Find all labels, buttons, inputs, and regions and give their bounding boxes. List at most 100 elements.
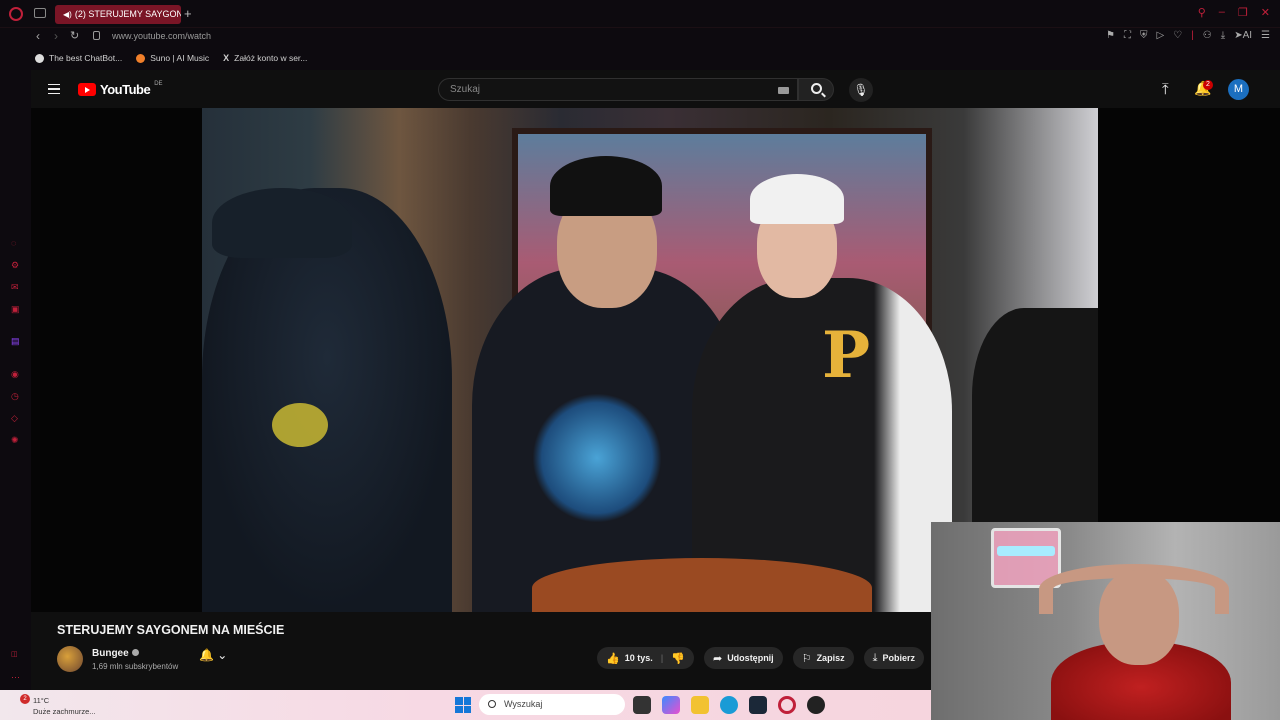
x-icon: X	[223, 53, 230, 63]
suno-icon	[136, 53, 146, 63]
aria-ai-button[interactable]: ➤AI	[1234, 30, 1252, 41]
reload-button[interactable]: ↻	[70, 29, 79, 42]
search-button[interactable]	[798, 78, 834, 101]
channel-avatar[interactable]	[57, 646, 83, 672]
country-code: DE	[154, 80, 163, 87]
aria-icon[interactable]: ◌	[11, 238, 16, 248]
taskbar-apps	[633, 696, 825, 714]
youtube-wordmark: YouTube	[100, 82, 151, 97]
menu-icon[interactable]	[48, 84, 60, 94]
pinboard-icon[interactable]: ◇	[11, 413, 18, 423]
youtube-masthead: YouTube DE Szukaj 🎙 ⤒ 🔔 2 M	[31, 70, 1280, 108]
hoodie-print	[532, 393, 662, 523]
divider-icon: |	[1191, 30, 1194, 41]
snapshot-icon[interactable]: ⛶	[1124, 30, 1131, 41]
opera-sidebar: ◌ ⚙ ✉ ▣ ▤ ◉ ◷ ◇ ✺ ◫ ⋯	[0, 70, 31, 690]
new-tab-button[interactable]: +	[184, 7, 192, 20]
thumbs-down-icon[interactable]: 👎	[671, 652, 685, 665]
bookmark-label: Załóż konto w ser...	[234, 53, 308, 63]
edge-icon[interactable]	[720, 696, 738, 714]
microphone-icon: 🎙	[853, 83, 869, 97]
bookmark-x[interactable]: X Załóż konto w ser...	[223, 53, 307, 63]
history-icon[interactable]: ◷	[11, 391, 19, 401]
task-view-icon[interactable]	[633, 696, 651, 714]
player-icon[interactable]: ◉	[11, 369, 19, 379]
youtube-logo[interactable]: YouTube DE	[78, 80, 163, 97]
twitch-icon[interactable]: ▤	[11, 336, 20, 346]
download-button[interactable]: ⤓ Pobierz	[863, 647, 924, 669]
search-placeholder: Szukaj	[450, 84, 481, 95]
app-icon[interactable]	[807, 696, 825, 714]
taskbar-search-label: Wyszukaj	[504, 699, 543, 709]
shield-icon[interactable]: ⛨	[1140, 30, 1148, 41]
tab-overview-icon[interactable]	[34, 8, 46, 18]
account-avatar[interactable]: M	[1228, 79, 1249, 100]
channel-name[interactable]: Bungee	[92, 648, 139, 659]
easy-setup-icon[interactable]: ☰	[1261, 30, 1270, 41]
beanie	[750, 174, 844, 224]
browser-titlebar: ◀)(2) STERUJEMY SAYGONEM + ⚲ – ❐ ✕	[0, 0, 1280, 28]
player-icon[interactable]: ▷	[1157, 30, 1165, 41]
upload-icon[interactable]: ⤒	[1162, 81, 1169, 98]
tab-title: (2) STERUJEMY SAYGONEM	[74, 9, 181, 19]
search-input[interactable]: Szukaj	[438, 78, 798, 101]
wallet-icon[interactable]: ⚇	[1203, 30, 1212, 41]
window-controls: ⚲ – ❐ ✕	[1198, 6, 1270, 19]
opera-gx-icon[interactable]	[778, 696, 796, 714]
subscriber-count: 1,69 mln subskrybentów	[92, 662, 179, 671]
chevron-down-icon: ⌄	[217, 648, 228, 662]
send-icon: ➤	[1234, 30, 1243, 41]
bookmark-label: The best ChatBot...	[49, 53, 123, 63]
like-button[interactable]: 👍 10 tys. | 👎	[597, 647, 694, 669]
bookmark-suno[interactable]: Suno | AI Music	[136, 53, 209, 63]
verified-icon	[131, 649, 139, 656]
audio-playing-icon[interactable]: ◀)	[63, 10, 72, 19]
minimize-button[interactable]: –	[1219, 6, 1225, 19]
bookmark-icon[interactable]: ⚑	[1106, 30, 1115, 41]
youtube-play-icon	[78, 83, 96, 96]
opera-menu-icon[interactable]	[9, 7, 23, 21]
more-icon[interactable]: ⋯	[11, 672, 20, 682]
keyboard-icon[interactable]	[778, 87, 789, 94]
browser-tab-active[interactable]: ◀)(2) STERUJEMY SAYGONEM	[55, 5, 181, 24]
close-button[interactable]: ✕	[1261, 6, 1270, 19]
messenger-icon[interactable]: ✉	[11, 282, 19, 292]
extensions-icon[interactable]: ◫	[11, 650, 18, 660]
heart-icon[interactable]: ♡	[1173, 30, 1182, 41]
bookmark-label: Suno | AI Music	[150, 53, 210, 63]
file-explorer-icon[interactable]	[691, 696, 709, 714]
url-field[interactable]: www.youtube.com/watch	[112, 31, 211, 41]
search-tabs-icon[interactable]: ⚲	[1198, 6, 1206, 19]
channel-name-text: Bungee	[92, 648, 129, 659]
webcam-overlay	[931, 522, 1280, 720]
video-actions: 👍 10 tys. | 👎 ➦ Udostępnij ⚐ Zapisz ⤓ Pobierz	[597, 647, 924, 669]
cap	[212, 188, 352, 258]
table	[532, 558, 872, 612]
instagram-icon[interactable]: ▣	[11, 304, 20, 314]
maximize-button[interactable]: ❐	[1238, 6, 1248, 19]
bookmark-chatbot[interactable]: The best ChatBot...	[35, 53, 122, 63]
chatgpt-icon[interactable]: ⚙	[11, 260, 19, 270]
settings-icon[interactable]: ✺	[11, 435, 19, 445]
forward-button[interactable]: ›	[54, 29, 58, 43]
download-icon[interactable]: ⤓	[1221, 30, 1225, 41]
share-label: Udostępnij	[727, 653, 774, 663]
start-button[interactable]	[455, 697, 471, 713]
subscription-bell-button[interactable]: 🔔 ⌄	[199, 648, 249, 670]
voice-search-button[interactable]: 🎙	[849, 78, 873, 102]
bookmarks-bar: The best ChatBot... Suno | AI Music X Za…	[0, 46, 1280, 70]
jacket-badge	[272, 403, 328, 447]
taskbar-search[interactable]: Wyszukaj	[479, 694, 625, 715]
search-icon	[488, 700, 496, 708]
copilot-icon[interactable]	[662, 696, 680, 714]
steam-icon[interactable]	[749, 696, 767, 714]
save-label: Zapisz	[816, 653, 845, 663]
share-button[interactable]: ➦ Udostępnij	[703, 647, 783, 669]
chat-icon	[35, 53, 44, 63]
save-button[interactable]: ⚐ Zapisz	[792, 647, 854, 669]
download-icon: ⤓	[872, 651, 878, 664]
search-icon	[811, 83, 822, 94]
ai-label: AI	[1242, 30, 1253, 41]
weather-description: Duże zachmurze...	[33, 707, 96, 716]
back-button[interactable]: ‹	[36, 29, 40, 43]
